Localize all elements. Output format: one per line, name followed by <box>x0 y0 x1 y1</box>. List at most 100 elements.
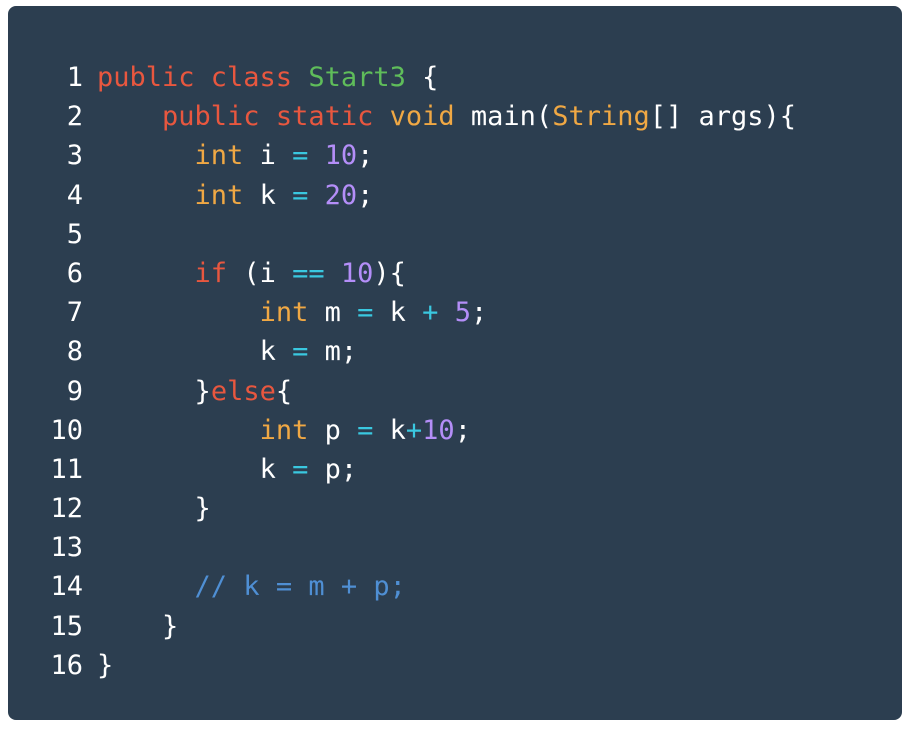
line-number: 4 <box>66 179 83 211</box>
line-code: int m = k + 5; <box>83 293 488 332</box>
code-token-plain: [] args){ <box>649 101 797 133</box>
line-number: 14 <box>50 571 83 603</box>
code-token-operator: = <box>292 453 309 485</box>
line-code: } <box>83 607 178 646</box>
line-code: public class Start3 { <box>83 58 438 97</box>
code-line: 13 <box>8 528 796 567</box>
line-number: 7 <box>66 297 83 329</box>
code-token-plain: i <box>243 140 293 172</box>
code-token-operator: + <box>405 414 423 446</box>
code-token-plain: ; <box>454 414 471 446</box>
code-line: 15 } <box>8 607 796 646</box>
code-line: 2 public static void main(String[] args)… <box>8 97 796 136</box>
code-line: 8 k = m; <box>8 332 796 371</box>
code-token-operator: == <box>292 257 325 289</box>
code-token-plain: { <box>405 62 439 93</box>
code-token-operator: = <box>292 140 309 172</box>
code-token-plain: { <box>275 375 293 407</box>
code-token-plain: m <box>308 297 358 329</box>
line-code: int i = 10; <box>83 136 374 175</box>
line-code: k = m; <box>83 332 358 371</box>
code-token-number: 10 <box>324 140 358 172</box>
code-token-operator: = <box>357 414 374 446</box>
line-code: // k = m + p; <box>83 567 406 606</box>
code-token-plain: main( <box>454 101 553 133</box>
code-token-plain: k <box>373 414 406 446</box>
line-number: 16 <box>50 649 83 681</box>
line-code: int k = 20; <box>83 176 374 215</box>
code-token-plain: k <box>259 453 293 485</box>
code-token-plain: (i <box>227 257 293 289</box>
line-code: } <box>83 489 211 528</box>
code-token-plain: ; <box>470 297 488 329</box>
code-token-plain: ; <box>357 179 374 211</box>
code-line: 16} <box>8 646 796 685</box>
code-token-keyword: public class <box>97 62 309 93</box>
code-line: 5 <box>8 215 796 254</box>
code-token-plain: p; <box>308 453 358 485</box>
code-token-type: String <box>552 101 650 133</box>
code-line: 9 }else{ <box>8 372 796 411</box>
code-line: 3 int i = 10; <box>8 136 796 175</box>
line-number: 1 <box>66 62 83 93</box>
line-code: if (i == 10){ <box>83 254 406 293</box>
line-number: 2 <box>66 101 83 133</box>
code-token-operator: + <box>422 297 439 329</box>
code-token-keyword: else <box>210 375 276 407</box>
code-token-plain: m; <box>308 336 358 368</box>
code-token-plain: } <box>194 375 211 407</box>
code-token-comment: // k = m + p; <box>194 571 406 603</box>
code-token-type: void <box>389 101 455 133</box>
code-token-plain: p <box>308 414 358 446</box>
code-block: 1 public class Start3 {2 public static vo… <box>8 6 902 720</box>
code-line: 7 int m = k + 5; <box>8 293 796 332</box>
code-token-plain: k <box>373 297 423 329</box>
code-token-plain: } <box>97 649 114 681</box>
line-number: 6 <box>66 257 83 289</box>
code-token-plain: ){ <box>373 257 406 289</box>
code-line: 1 public class Start3 { <box>8 58 796 97</box>
code-token-keyword: public static <box>162 101 390 133</box>
line-number: 12 <box>50 493 83 525</box>
line-code: } <box>83 646 113 685</box>
line-code: }else{ <box>83 372 293 411</box>
code-token-plain: k <box>243 179 293 211</box>
line-code: k = p; <box>83 450 358 489</box>
code-token-type: int <box>259 297 309 329</box>
code-token-plain: k <box>259 336 293 368</box>
code-token-classname: Start3 <box>308 62 406 93</box>
code-token-type: int <box>194 140 244 172</box>
code-token-plain: ; <box>357 140 374 172</box>
code-lines: 1 public class Start3 {2 public static vo… <box>8 58 796 685</box>
line-code: int p = k+10; <box>83 411 471 450</box>
code-token-operator: = <box>292 336 309 368</box>
line-number: 10 <box>50 414 83 446</box>
code-token-number: 5 <box>454 297 471 329</box>
code-token-number: 10 <box>422 414 455 446</box>
code-token-plain: } <box>194 493 211 525</box>
code-token-number: 10 <box>340 257 374 289</box>
line-number: 8 <box>66 336 83 368</box>
line-number: 11 <box>50 453 83 485</box>
code-token-plain: } <box>162 610 179 642</box>
code-token-operator: = <box>292 179 309 211</box>
line-number: 5 <box>66 218 83 250</box>
code-token-number: 20 <box>324 179 358 211</box>
code-line: 4 int k = 20; <box>8 176 796 215</box>
code-line: 6 if (i == 10){ <box>8 254 796 293</box>
